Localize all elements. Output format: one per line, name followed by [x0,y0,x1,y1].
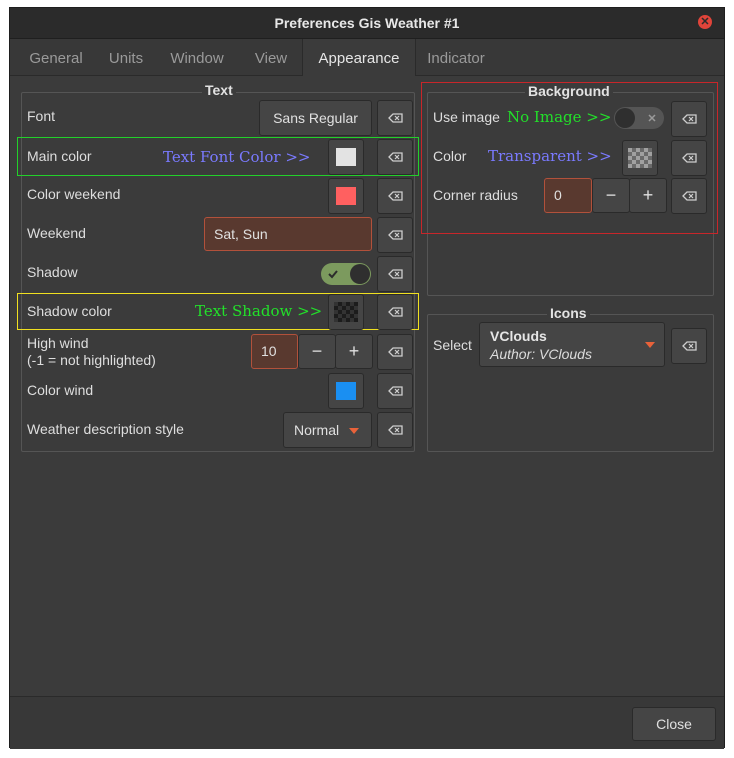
clear-backspace-icon [388,113,403,123]
toggle-knob [615,108,635,128]
shadow-color-button[interactable] [328,294,364,330]
desc-style-clear-button[interactable] [377,412,413,448]
shadow-clear-button[interactable] [377,256,413,292]
chevron-down-icon [645,342,655,348]
shadow-color-annotation: Text Shadow >> [195,302,323,320]
color-wind-clear-button[interactable] [377,373,413,409]
bg-color-clear-button[interactable] [671,140,707,176]
high-wind-sublabel: (-1 = not highlighted) [27,352,156,368]
clear-backspace-icon [388,386,403,396]
corner-radius-label: Corner radius [433,187,518,203]
corner-radius-increment-button[interactable]: + [629,178,667,213]
window-title: Preferences Gis Weather #1 [274,15,460,31]
high-wind-decrement-button[interactable]: − [298,334,336,369]
shadow-color-clear-button[interactable] [377,294,413,330]
use-image-clear-button[interactable] [671,101,707,137]
checker-swatch-icon [334,302,358,322]
icons-select-label: Select [433,337,472,353]
clear-backspace-icon [682,153,697,163]
dialog-footer: Close [10,696,724,749]
use-image-label: Use image [433,109,500,125]
tab-general[interactable]: General [18,39,94,75]
chevron-down-icon [349,428,359,434]
use-image-toggle[interactable] [614,107,664,129]
tab-bar: General Units Window View Appearance Ind… [10,39,724,76]
weekend-clear-button[interactable] [377,217,413,253]
background-frame-title: Background [525,83,613,99]
main-color-swatch [336,148,356,166]
weekend-label: Weekend [27,225,86,241]
corner-radius-decrement-button[interactable]: − [592,178,630,213]
font-label: Font [27,108,56,124]
high-wind-clear-button[interactable] [377,334,413,370]
shadow-label: Shadow [27,264,78,280]
tab-window[interactable]: Window [160,39,234,75]
desc-style-label: Weather description style [27,421,184,437]
font-chooser-button[interactable]: Sans Regular [259,100,372,136]
clear-backspace-icon [388,307,403,317]
clear-backspace-icon [682,191,697,201]
color-weekend-button[interactable] [328,178,364,214]
shadow-toggle[interactable] [321,263,371,285]
checker-swatch-icon [628,148,652,168]
color-wind-label: Color wind [27,382,94,398]
icon-set-author: Author: VClouds [490,346,592,362]
clear-backspace-icon [388,269,403,279]
high-wind-input[interactable]: 10 [251,334,298,369]
corner-radius-input[interactable]: 0 [544,178,592,213]
icons-frame-title: Icons [547,305,590,321]
clear-backspace-icon [682,341,697,351]
color-wind-button[interactable] [328,373,364,409]
text-frame-title: Text [202,82,236,98]
color-wind-swatch [336,382,356,400]
tab-units[interactable]: Units [98,39,154,75]
clear-backspace-icon [388,191,403,201]
clear-backspace-icon [388,425,403,435]
color-weekend-label: Color weekend [27,186,121,202]
high-wind-label: High wind [27,335,89,351]
high-wind-increment-button[interactable]: + [335,334,373,369]
toggle-knob [350,264,370,284]
tab-appearance[interactable]: Appearance [302,39,416,76]
clear-backspace-icon [682,114,697,124]
tab-view[interactable]: View [246,39,296,75]
tab-indicator[interactable]: Indicator [418,39,494,75]
main-color-button[interactable] [328,139,364,175]
title-bar: Preferences Gis Weather #1 ✕ [10,8,724,39]
icon-set-name: VClouds [490,328,547,344]
clear-backspace-icon [388,347,403,357]
clear-backspace-icon [388,230,403,240]
desc-style-dropdown[interactable]: Normal [283,412,372,448]
icon-set-dropdown[interactable]: VClouds Author: VClouds [479,322,665,367]
preferences-window: Preferences Gis Weather #1 ✕ General Uni… [9,7,725,749]
main-color-clear-button[interactable] [377,139,413,175]
shadow-color-label: Shadow color [27,303,112,319]
icons-clear-button[interactable] [671,328,707,364]
desc-style-value: Normal [294,422,340,438]
clear-backspace-icon [388,152,403,162]
use-image-annotation: No Image >> [507,108,612,126]
check-icon [328,270,338,279]
bg-color-button[interactable] [622,140,658,176]
weekend-input[interactable]: Sat, Sun [204,217,372,251]
bg-color-annotation: Transparent >> [488,147,612,165]
corner-radius-clear-button[interactable] [671,178,707,214]
color-weekend-clear-button[interactable] [377,178,413,214]
close-icon [648,114,656,122]
color-weekend-swatch [336,187,356,205]
close-window-button[interactable]: ✕ [698,15,712,29]
font-clear-button[interactable] [377,100,413,136]
main-color-annotation: Text Font Color >> [163,148,311,166]
close-button[interactable]: Close [632,707,716,741]
main-color-label: Main color [27,148,92,164]
bg-color-label: Color [433,148,467,164]
